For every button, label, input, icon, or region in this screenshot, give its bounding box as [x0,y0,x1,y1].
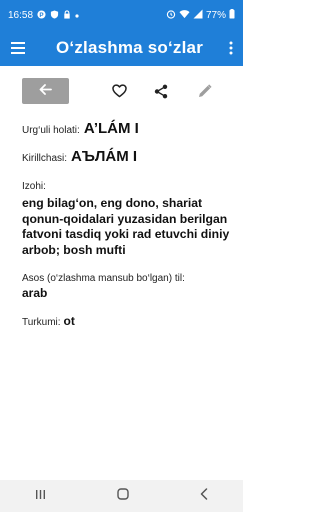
svg-text:P: P [39,11,43,18]
shield-notification-icon [50,9,59,21]
recent-apps-icon[interactable] [35,487,46,505]
meaning-value: eng bilag‘on, eng dono, shariat qonun-qo… [22,196,230,257]
app-bar: O‘zlashma so‘zlar [0,30,243,66]
arrow-left-icon [39,82,52,100]
pencil-icon[interactable] [196,82,214,100]
lock-notification-icon [63,9,71,21]
cyrillic-row: Kirillchasi: АЪЛÁМ I [22,148,237,165]
pinterest-notification-icon: P [37,9,46,21]
back-button[interactable] [22,78,69,104]
group-row: Turkumi: ot [22,314,237,328]
back-nav-icon[interactable] [200,487,208,505]
battery-percent: 77% [205,9,226,21]
system-navigation-bar [0,480,243,512]
entry-details: Urg‘uli holati: A’LÁM I Kirillchasi: АЪЛ… [22,120,237,328]
original-row: Urg‘uli holati: A’LÁM I [22,120,237,137]
status-bar: 16:58 P 77% [0,0,243,30]
battery-icon [229,9,235,21]
more-vertical-icon[interactable] [219,30,243,66]
cyrillic-value: АЪЛÁМ I [71,148,138,165]
original-value: A’LÁM I [83,120,139,137]
signal-icon [193,9,203,21]
alarm-icon [166,9,176,21]
group-label: Turkumi: [22,317,61,328]
home-icon[interactable] [117,487,129,505]
source-language-section: Asos (o‘zlashma mansub bo‘lgan) til: ara… [22,273,237,300]
share-icon[interactable] [152,82,170,100]
entry-toolbar [0,76,243,106]
source-language-value: arab [22,286,48,300]
group-value: ot [63,314,75,328]
dot-notification-icon [75,11,79,20]
status-time: 16:58 [8,9,34,21]
cyrillic-label: Kirillchasi: [22,153,68,164]
source-language-label: Asos (o‘zlashma mansub bo‘lgan) til: [22,273,185,284]
app-title: O‘zlashma so‘zlar [56,38,204,57]
original-label: Urg‘uli holati: [22,125,80,136]
heart-outline-icon[interactable] [110,82,128,100]
hamburger-menu-icon[interactable] [0,30,36,66]
meaning-label: Izohi: [22,181,46,192]
meaning-section: Izohi: eng bilag‘on, eng dono, shariat q… [22,181,237,258]
wifi-icon [179,9,190,21]
